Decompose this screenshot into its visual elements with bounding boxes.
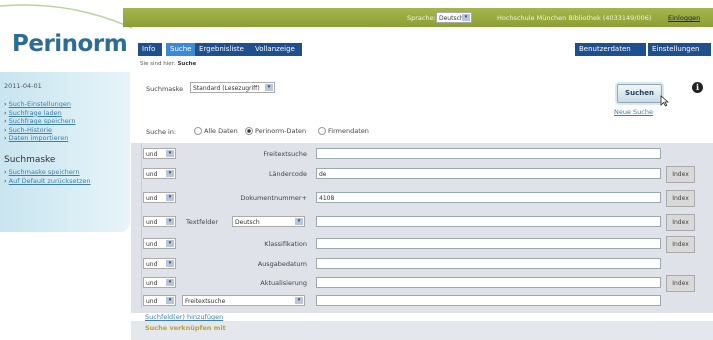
chevron-down-icon: ▾: [265, 84, 273, 91]
tab-info[interactable]: Info: [138, 43, 162, 56]
breadcrumb-current: Suche: [177, 61, 197, 67]
suchmaske-label: Suchmaske: [146, 85, 184, 93]
index-button[interactable]: Index: [666, 214, 695, 231]
field-label: Klassifikation: [264, 240, 307, 248]
sidebar-link-history[interactable]: Such-Historie: [9, 126, 52, 134]
operator-select[interactable]: und ▾: [143, 277, 176, 288]
klassifikation-input[interactable]: [316, 238, 661, 249]
tab-einstellungen[interactable]: Einstellungen: [648, 43, 711, 56]
sidebar-link-reset-default[interactable]: Auf Default zurücksetzen: [9, 177, 91, 185]
radio-icon: [318, 127, 326, 135]
tab-benutzerdaten[interactable]: Benutzerdaten: [575, 43, 646, 56]
login-link[interactable]: Einloggen: [668, 14, 700, 22]
field-type-select[interactable]: Freitextsuche ▾: [182, 295, 305, 306]
chevron-down-icon: ▾: [166, 170, 174, 177]
index-button[interactable]: Index: [666, 236, 695, 253]
tab-ergebnisliste[interactable]: Ergebnisliste: [195, 43, 251, 56]
sidebar-link-import[interactable]: Daten importieren: [9, 134, 69, 142]
radio-selected-icon: [245, 127, 253, 135]
language-select[interactable]: Deutsch ▾: [436, 12, 472, 23]
sidebar-links: › Such-Einstellungen › Suchfrage laden ›…: [4, 100, 76, 142]
freitext-input[interactable]: [316, 148, 661, 159]
language-label: Sprache:: [407, 14, 436, 22]
chevron-down-icon: ▾: [166, 218, 174, 225]
sidebar-link-save-query[interactable]: Suchfrage speichern: [9, 117, 76, 125]
dokumentnummer-input[interactable]: 4108: [316, 192, 661, 203]
logo-area: Perinorm: [0, 0, 134, 72]
top-bar: Sprache: Deutsch ▾ Hochschule München Bi…: [123, 8, 713, 27]
chevron-down-icon: ▾: [166, 150, 174, 157]
connect-title: Suche verknüpfen mit: [145, 324, 226, 332]
library-name: Hochschule München Bibliothek (4033149/0…: [497, 14, 652, 22]
info-icon[interactable]: i: [692, 82, 703, 93]
chevron-down-icon: ▾: [166, 260, 174, 267]
ausgabedatum-input[interactable]: [316, 258, 661, 269]
radio-company-data[interactable]: Firmendaten: [318, 127, 369, 135]
sidebar: 2011-04-01 › Such-Einstellungen › Suchfr…: [0, 72, 130, 232]
sidebar-section-title: Suchmaske: [4, 155, 56, 165]
field-label: Freitextsuche: [263, 150, 307, 158]
tab-suche[interactable]: Suche: [166, 43, 195, 56]
laendercode-input[interactable]: de: [316, 168, 661, 179]
language-filter-select[interactable]: Deutsch ▾: [232, 216, 305, 227]
sidebar-link-load-query[interactable]: Suchfrage laden: [9, 109, 62, 117]
search-button[interactable]: Suchen: [617, 84, 662, 103]
operator-select[interactable]: und ▾: [143, 258, 176, 269]
chevron-down-icon: ▾: [166, 279, 174, 286]
index-button[interactable]: Index: [666, 275, 695, 292]
add-fields-link[interactable]: Suchfeld(er) hinzufügen: [145, 313, 223, 321]
sidebar-link-save-mask[interactable]: Suchmaske speichern: [9, 168, 80, 176]
field-label: Dokumentnummer+: [240, 194, 307, 202]
operator-select[interactable]: und ▾: [143, 216, 176, 227]
radio-icon: [194, 127, 202, 135]
suchmaske-select[interactable]: Standard (Lesezugriff) ▾: [190, 82, 275, 93]
mouse-cursor-icon: [660, 95, 669, 107]
operator-select[interactable]: und ▾: [143, 148, 176, 159]
radio-all-data[interactable]: Alle Daten: [194, 127, 238, 135]
tab-bar: Info Suche Ergebnisliste Vollanzeige Ben…: [134, 43, 713, 57]
chevron-down-icon: ▾: [166, 297, 174, 304]
operator-select[interactable]: und ▾: [143, 238, 176, 249]
index-button[interactable]: Index: [666, 166, 695, 183]
aktualisierung-input[interactable]: [316, 277, 661, 288]
new-search-link[interactable]: Neue Suche: [614, 108, 653, 116]
operator-select[interactable]: und ▾: [143, 168, 176, 179]
suche-in-label: Suche in:: [146, 128, 177, 136]
sidebar-link-search-settings[interactable]: Such-Einstellungen: [9, 100, 71, 108]
breadcrumb: Sie sind hier: Suche: [140, 61, 197, 67]
chevron-down-icon: ▾: [166, 194, 174, 201]
tab-vollanzeige[interactable]: Vollanzeige: [251, 43, 302, 56]
operator-select[interactable]: und ▾: [143, 295, 176, 306]
field-label: Ländercode: [268, 170, 307, 178]
date: 2011-04-01: [4, 82, 42, 90]
operator-select[interactable]: und ▾: [143, 192, 176, 203]
chevron-down-icon: ▾: [295, 297, 303, 304]
chevron-down-icon: ▾: [462, 14, 470, 21]
extra-field-input[interactable]: [316, 295, 661, 306]
index-button[interactable]: Index: [666, 190, 695, 207]
chevron-down-icon: ▾: [295, 218, 303, 225]
field-label: Textfelder: [186, 218, 219, 226]
chevron-down-icon: ▾: [166, 240, 174, 247]
field-label: Aktualisierung: [260, 279, 307, 287]
textfelder-input[interactable]: [316, 216, 661, 227]
logo: Perinorm: [12, 31, 128, 57]
radio-perinorm-data[interactable]: Perinorm-Daten: [245, 127, 306, 135]
field-label: Ausgabedatum: [257, 260, 307, 268]
